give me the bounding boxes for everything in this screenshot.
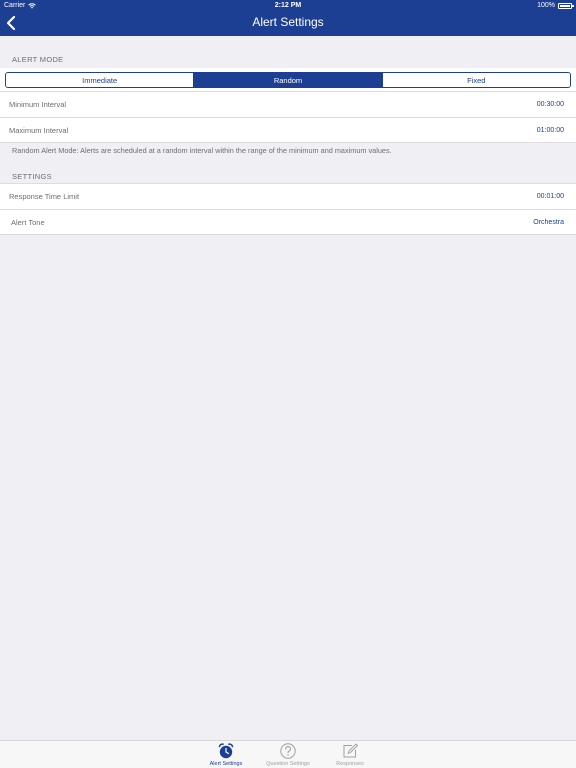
battery-percent: 100% bbox=[537, 2, 555, 9]
alert-mode-segmented-control: Immediate Random Fixed bbox=[5, 72, 571, 88]
tab-alert-settings[interactable]: Alert Settings bbox=[196, 742, 256, 768]
compose-icon bbox=[341, 742, 359, 760]
maximum-interval-value: 01:00:00 bbox=[536, 126, 564, 134]
maximum-interval-label: Maximum Interval bbox=[9, 125, 69, 135]
alert-mode-description: Random Alert Mode: Alerts are scheduled … bbox=[12, 146, 392, 155]
segment-fixed[interactable]: Fixed bbox=[382, 73, 570, 87]
tab-responses[interactable]: Responses bbox=[320, 742, 380, 768]
response-time-limit-row[interactable]: Response Time Limit 00:01:00 bbox=[0, 184, 576, 209]
tab-question-settings-label: Question Settings bbox=[266, 761, 310, 767]
screen: Carrier 2:12 PM 100% Alert Settings ALER… bbox=[0, 0, 576, 768]
page-title: Alert Settings bbox=[252, 15, 324, 29]
minimum-interval-label: Minimum Interval bbox=[9, 100, 67, 109]
segment-immediate[interactable]: Immediate bbox=[6, 73, 195, 87]
maximum-interval-row[interactable]: Maximum Interval 01:00:00 bbox=[0, 117, 576, 142]
battery-icon bbox=[558, 2, 574, 9]
alert-tone-label: Alert Tone bbox=[11, 217, 45, 227]
alert-tone-row[interactable]: Alert Tone Orchestra bbox=[0, 209, 576, 234]
settings-group: Response Time Limit 00:01:00 Alert Tone … bbox=[0, 183, 576, 235]
minimum-interval-row[interactable]: Minimum Interval 00:30:00 bbox=[0, 92, 576, 117]
settings-header: SETTINGS bbox=[12, 172, 52, 181]
battery-indicator: 100% bbox=[537, 2, 574, 9]
status-time: 2:12 PM bbox=[274, 2, 302, 9]
interval-group: Minimum Interval 00:30:00 Maximum Interv… bbox=[0, 91, 576, 143]
alert-mode-selector-row: Immediate Random Fixed bbox=[0, 68, 576, 92]
minimum-interval-value: 00:30:00 bbox=[536, 101, 564, 108]
question-circle-icon bbox=[279, 742, 297, 760]
navigation-bar: Carrier 2:12 PM 100% Alert Settings bbox=[0, 0, 576, 36]
tab-question-settings[interactable]: Question Settings bbox=[258, 742, 318, 768]
tab-responses-label: Responses bbox=[336, 761, 364, 767]
alert-tone-value: Orchestra bbox=[533, 218, 564, 226]
segment-random[interactable]: Random bbox=[194, 73, 383, 87]
tab-alert-settings-label: Alert Settings bbox=[209, 761, 243, 767]
tab-bar: Alert Settings Question Settings Respons… bbox=[0, 740, 576, 768]
alert-mode-header: ALERT MODE bbox=[12, 55, 64, 64]
response-time-limit-label: Response Time Limit bbox=[9, 192, 80, 201]
response-time-limit-value: 00:01:00 bbox=[536, 193, 564, 200]
status-bar: Carrier 2:12 PM 100% bbox=[0, 0, 576, 12]
alarm-clock-icon bbox=[217, 742, 235, 760]
